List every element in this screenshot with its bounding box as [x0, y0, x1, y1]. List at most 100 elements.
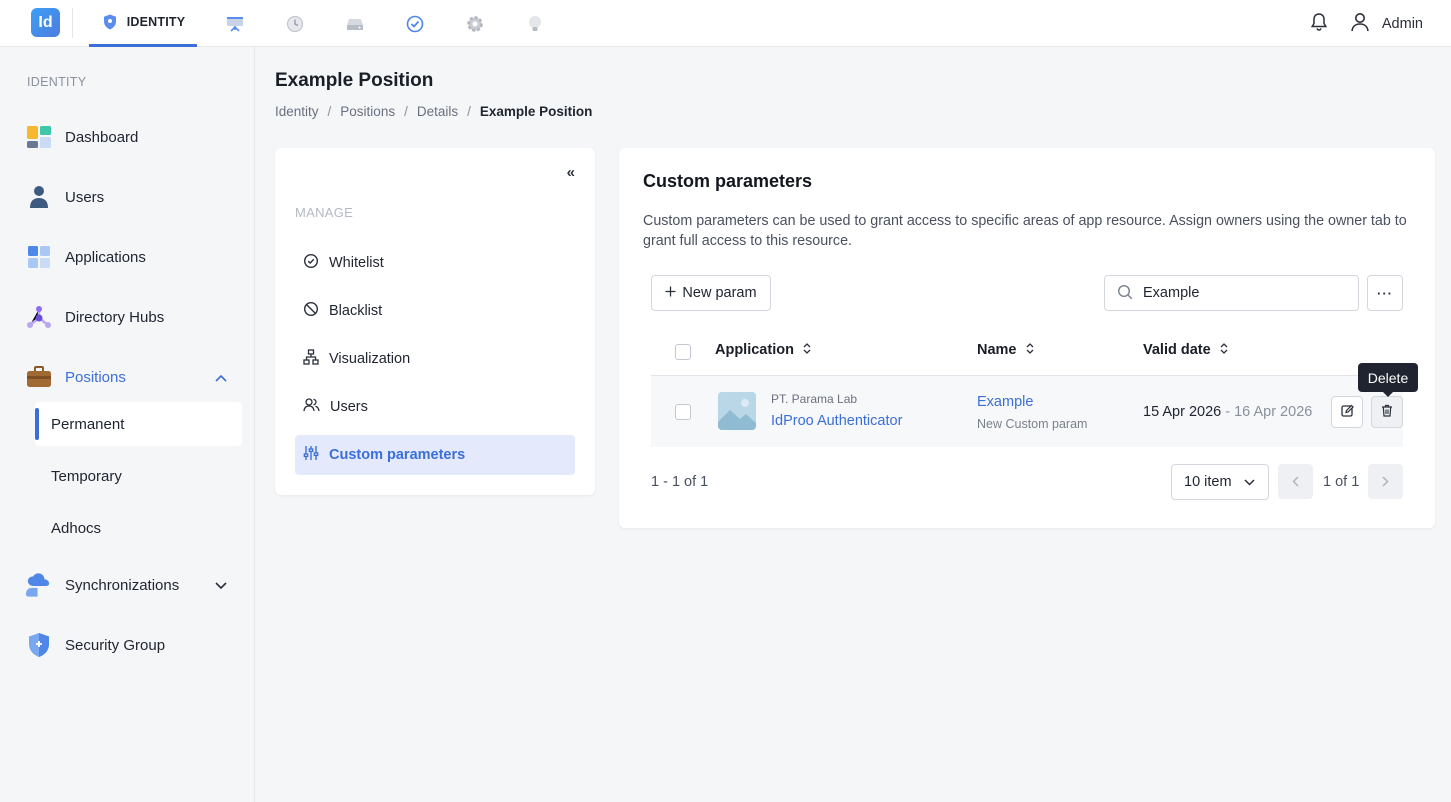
- collapse-button[interactable]: «: [567, 164, 575, 181]
- tab-checks[interactable]: [402, 0, 428, 47]
- sidebar-item-security-group[interactable]: Security Group: [25, 625, 235, 665]
- manage-item-whitelist[interactable]: Whitelist: [295, 243, 575, 283]
- column-application[interactable]: Application: [715, 342, 811, 358]
- breadcrumb-separator: /: [327, 104, 332, 119]
- sidebar-item-synchronizations[interactable]: Synchronizations: [25, 565, 235, 605]
- divider: [72, 8, 73, 38]
- search-box[interactable]: [1104, 275, 1359, 311]
- chevron-left-icon: [1292, 474, 1299, 490]
- column-name[interactable]: Name: [977, 342, 1034, 358]
- sidebar: IDENTITY Dashboard Users Applications Di…: [0, 47, 255, 802]
- column-label: Valid date: [1143, 342, 1211, 358]
- user-name: Admin: [1381, 15, 1423, 32]
- manage-item-users[interactable]: Users: [295, 387, 575, 427]
- items-per-page-select[interactable]: 10 item: [1171, 464, 1269, 500]
- bell-icon[interactable]: [1310, 12, 1328, 35]
- user-menu[interactable]: Admin: [1350, 12, 1423, 36]
- manage-item-blacklist[interactable]: Blacklist: [295, 291, 575, 331]
- identity-shield-icon: [101, 13, 119, 31]
- breadcrumb-positions[interactable]: Positions: [340, 104, 395, 119]
- breadcrumb-details[interactable]: Details: [417, 104, 458, 119]
- valid-date: 15 Apr 2026 - 16 Apr 2026: [1143, 404, 1312, 420]
- previous-page-button[interactable]: [1278, 464, 1313, 499]
- select-all-checkbox[interactable]: [675, 344, 691, 360]
- search-icon: [1117, 284, 1133, 303]
- clock-icon: [286, 15, 304, 33]
- check-circle-icon: [303, 253, 319, 273]
- plus-icon: [665, 285, 676, 301]
- search-input[interactable]: [1143, 285, 1343, 301]
- breadcrumb-identity[interactable]: Identity: [275, 104, 319, 119]
- sidebar-item-label: Synchronizations: [65, 576, 180, 594]
- user-icon: [25, 184, 52, 211]
- sidebar-subitem-adhocs[interactable]: Adhocs: [35, 506, 242, 550]
- manage-item-label: Visualization: [329, 351, 411, 367]
- manage-item-visualization[interactable]: Visualization: [295, 339, 575, 379]
- users-icon: [303, 397, 320, 417]
- sidebar-subitem-temporary[interactable]: Temporary: [35, 454, 242, 498]
- manage-item-label: Blacklist: [329, 303, 383, 319]
- hub-icon: [25, 304, 52, 331]
- tab-ideas[interactable]: [522, 0, 548, 47]
- param-name-link[interactable]: Example: [977, 394, 1033, 410]
- sidebar-item-label: Security Group: [65, 636, 166, 654]
- tab-drive[interactable]: [342, 0, 368, 47]
- dashboard-icon: [25, 124, 52, 151]
- drive-icon: [346, 15, 364, 33]
- column-label: Name: [977, 342, 1017, 358]
- block-icon: [303, 301, 319, 321]
- sidebar-subitem-permanent[interactable]: Permanent: [35, 402, 242, 446]
- date-from: 15 Apr 2026: [1143, 404, 1222, 420]
- card-description: Custom parameters can be used to grant a…: [643, 213, 1407, 249]
- trash-icon: [1381, 404, 1393, 420]
- more-options-button[interactable]: ···: [1367, 275, 1403, 311]
- sidebar-item-dashboard[interactable]: Dashboard: [25, 117, 235, 157]
- sidebar-item-positions[interactable]: Positions: [25, 357, 235, 397]
- tab-settings[interactable]: [462, 0, 488, 47]
- topbar-right: Admin: [1310, 0, 1423, 47]
- app-name-link[interactable]: IdProo Authenticator: [771, 413, 902, 429]
- sidebar-item-users[interactable]: Users: [25, 177, 235, 217]
- new-param-label: New param: [682, 285, 757, 301]
- chevron-down-icon: [1244, 474, 1255, 490]
- check-circle-icon: [406, 15, 424, 33]
- chevron-down-icon[interactable]: [215, 577, 227, 594]
- sidebar-item-directory-hubs[interactable]: Directory Hubs: [25, 297, 235, 337]
- date-separator: -: [1221, 404, 1235, 420]
- tab-identity[interactable]: IDENTITY: [89, 0, 197, 47]
- breadcrumb: Identity / Positions / Details / Example…: [275, 104, 592, 119]
- tab-presentation[interactable]: [222, 0, 248, 47]
- breadcrumb-separator: /: [467, 104, 471, 119]
- per-page-value: 10 item: [1184, 474, 1232, 490]
- manage-item-label: Custom parameters: [329, 447, 466, 463]
- tab-identity-label: IDENTITY: [126, 15, 186, 29]
- bulb-icon: [526, 15, 544, 33]
- pagination-range: 1 - 1 of 1: [651, 474, 709, 490]
- sort-icon: [803, 342, 811, 358]
- column-valid-date[interactable]: Valid date: [1143, 342, 1228, 358]
- tab-history[interactable]: [282, 0, 308, 47]
- sort-icon: [1026, 342, 1034, 358]
- table-row: PT. Parama Lab IdProo Authenticator Exam…: [651, 376, 1403, 447]
- chevron-up-icon[interactable]: [215, 369, 227, 386]
- row-checkbox[interactable]: [675, 404, 691, 420]
- app-organization: PT. Parama Lab: [771, 392, 858, 406]
- manage-panel: « MANAGE Whitelist Blacklist Visualizati…: [275, 148, 595, 495]
- edit-button[interactable]: [1331, 396, 1363, 428]
- new-param-button[interactable]: New param: [651, 275, 771, 311]
- breadcrumb-separator: /: [404, 104, 408, 119]
- sidebar-item-applications[interactable]: Applications: [25, 237, 235, 277]
- sidebar-item-label: Positions: [65, 368, 126, 386]
- table-header: Application Name Valid date: [651, 328, 1403, 376]
- sidebar-item-label: Applications: [65, 248, 146, 266]
- shield-icon: [25, 632, 52, 659]
- cloud-sync-icon: [25, 572, 52, 599]
- sidebar-section-title: IDENTITY: [27, 75, 87, 89]
- app-logo[interactable]: Id: [31, 8, 60, 37]
- manage-item-custom-parameters[interactable]: Custom parameters: [295, 435, 575, 475]
- delete-button[interactable]: [1371, 396, 1403, 428]
- sidebar-item-label: Directory Hubs: [65, 308, 165, 326]
- next-page-button[interactable]: [1368, 464, 1403, 499]
- custom-parameters-card: Custom parameters Custom parameters can …: [619, 148, 1435, 528]
- column-label: Application: [715, 342, 794, 358]
